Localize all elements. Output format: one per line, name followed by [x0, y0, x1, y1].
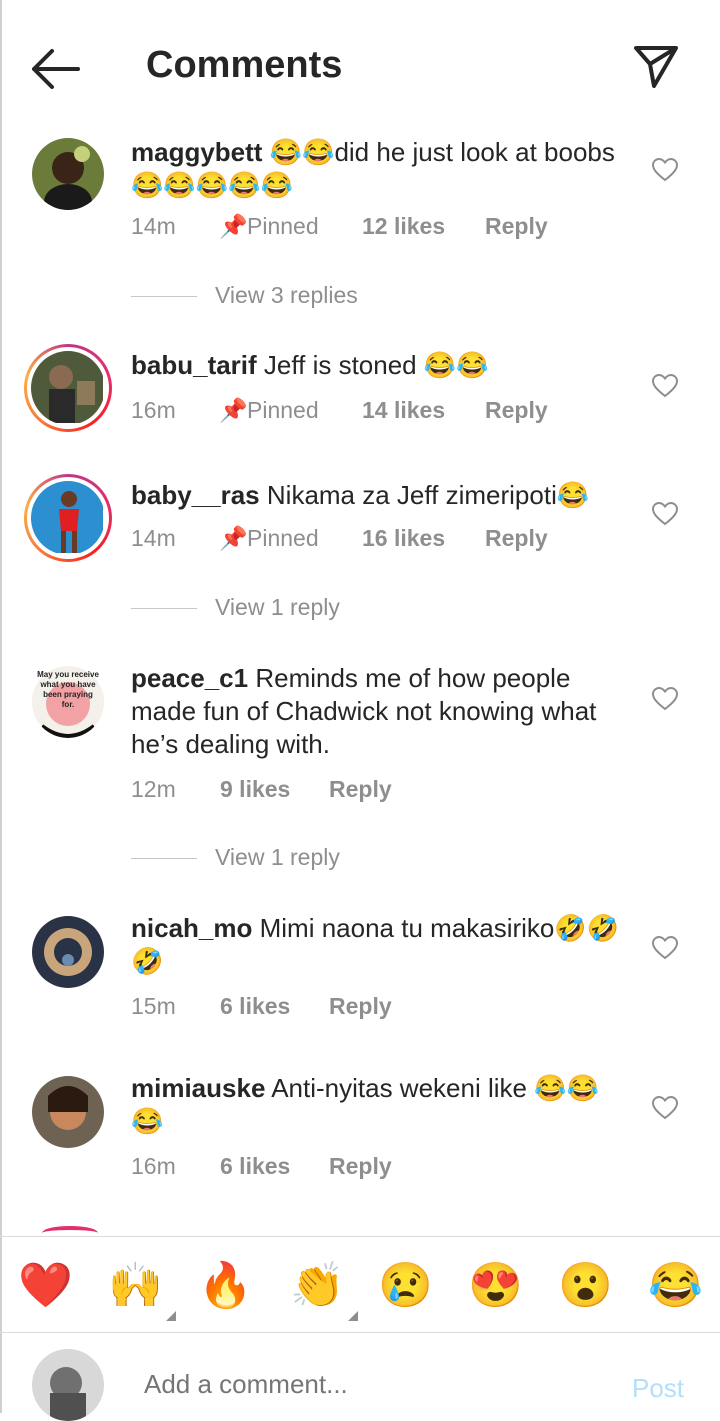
pinned-label: Pinned	[247, 397, 319, 423]
raising-hands-emoji-icon[interactable]: 🙌	[108, 1259, 176, 1321]
like-heart-icon[interactable]	[651, 686, 679, 711]
like-heart-icon[interactable]	[651, 501, 679, 526]
comment-username[interactable]: nicah_mo	[131, 913, 252, 943]
like-heart-icon[interactable]	[651, 1095, 679, 1120]
comment-username[interactable]: baby__ras	[131, 480, 260, 510]
likes-count[interactable]: 6 likes	[220, 1153, 290, 1180]
comment-username[interactable]: peace_c1	[131, 663, 248, 693]
skin-tone-indicator	[166, 1311, 176, 1321]
comment-input[interactable]	[144, 1369, 584, 1400]
clapping-hands-emoji-icon[interactable]: 👏	[290, 1259, 358, 1321]
comment-body: Nikama za Jeff zimeripoti😂	[266, 480, 590, 510]
comment-text: babu_tarif Jeff is stoned 😂😂	[131, 349, 621, 382]
comment-text: nicah_mo Mimi naona tu makasiriko🤣🤣🤣	[131, 912, 621, 978]
avatar-image	[31, 351, 105, 425]
pin-icon: 📌	[219, 213, 248, 239]
direct-send-icon[interactable]	[630, 40, 682, 92]
likes-count[interactable]: 14 likes	[362, 397, 445, 424]
avatar[interactable]	[24, 344, 112, 432]
surprised-face-emoji-icon[interactable]: 😮	[558, 1259, 613, 1313]
page-title: Comments	[146, 44, 343, 86]
heart-eyes-emoji-icon[interactable]: 😍	[468, 1259, 523, 1313]
view-replies-button[interactable]: View 1 reply	[131, 844, 340, 871]
comment-username[interactable]: mimiauske	[131, 1073, 265, 1103]
comment-time: 14m	[131, 525, 176, 551]
reply-button[interactable]: Reply	[329, 776, 392, 803]
emoji-quick-bar: ❤️ 🙌 🔥 👏 😢 😍 😮 😂	[0, 1236, 720, 1333]
heart-emoji-icon[interactable]: ❤️	[18, 1259, 73, 1313]
like-heart-icon[interactable]	[651, 157, 679, 182]
likes-count[interactable]: 9 likes	[220, 776, 290, 803]
post-button[interactable]: Post	[632, 1373, 684, 1404]
view-replies-button[interactable]: View 3 replies	[131, 282, 358, 309]
reply-button[interactable]: Reply	[485, 525, 548, 552]
header: Comments	[0, 0, 720, 130]
comment-username[interactable]: maggybett	[131, 137, 262, 167]
comment-body: Jeff is stoned 😂😂	[263, 350, 489, 380]
raising-hands-emoji: 🙌	[108, 1261, 163, 1310]
replies-divider	[131, 296, 197, 298]
comment-time: 15m	[131, 993, 176, 1019]
pinned-label: Pinned	[247, 213, 319, 239]
avatar-image	[31, 481, 105, 555]
likes-count[interactable]: 16 likes	[362, 525, 445, 552]
avatar[interactable]	[32, 916, 104, 988]
comment-username[interactable]: babu_tarif	[131, 350, 257, 380]
clapping-hands-emoji: 👏	[290, 1261, 345, 1310]
comment-text: maggybett 😂😂did he just look at boobs😂😂😂…	[131, 136, 621, 202]
skin-tone-indicator	[348, 1311, 358, 1321]
comment-time: 12m	[131, 776, 176, 802]
replies-divider	[131, 608, 197, 610]
pinned-label: Pinned	[247, 525, 319, 551]
avatar[interactable]	[32, 138, 104, 210]
comment-text: peace_c1 Reminds me of how people made f…	[131, 662, 621, 761]
avatar-caption: May you receive what you have been prayi…	[37, 670, 99, 709]
view-replies-label: View 3 replies	[215, 282, 358, 308]
comment-time: 16m	[131, 1153, 176, 1179]
reply-button[interactable]: Reply	[329, 993, 392, 1020]
fire-emoji-icon[interactable]: 🔥	[198, 1259, 253, 1313]
reply-button[interactable]: Reply	[485, 213, 548, 240]
avatar-ring-inner	[27, 477, 109, 559]
comment-time: 16m	[131, 397, 176, 423]
likes-count[interactable]: 6 likes	[220, 993, 290, 1020]
avatar-ring-inner	[27, 347, 109, 429]
reply-button[interactable]: Reply	[329, 1153, 392, 1180]
replies-divider	[131, 858, 197, 860]
left-edge-divider	[0, 0, 2, 1413]
crying-face-emoji-icon[interactable]: 😢	[378, 1259, 433, 1313]
comment-composer: Post	[0, 1332, 720, 1421]
avatar[interactable]	[32, 1076, 104, 1148]
like-heart-icon[interactable]	[651, 373, 679, 398]
view-replies-button[interactable]: View 1 reply	[131, 594, 340, 621]
tears-of-joy-emoji-icon[interactable]: 😂	[648, 1259, 703, 1313]
pin-icon: 📌	[219, 397, 248, 423]
view-replies-label: View 1 reply	[215, 844, 340, 870]
comment-time: 14m	[131, 213, 176, 239]
back-arrow-icon[interactable]	[30, 48, 82, 90]
like-heart-icon[interactable]	[651, 935, 679, 960]
view-replies-label: View 1 reply	[215, 594, 340, 620]
reply-button[interactable]: Reply	[485, 397, 548, 424]
pin-icon: 📌	[219, 525, 248, 551]
current-user-avatar	[32, 1349, 104, 1421]
likes-count[interactable]: 12 likes	[362, 213, 445, 240]
comment-text: mimiauske Anti-nyitas wekeni like 😂😂😂	[131, 1072, 621, 1138]
avatar[interactable]	[24, 474, 112, 562]
comment-text: baby__ras Nikama za Jeff zimeripoti😂	[131, 479, 621, 512]
